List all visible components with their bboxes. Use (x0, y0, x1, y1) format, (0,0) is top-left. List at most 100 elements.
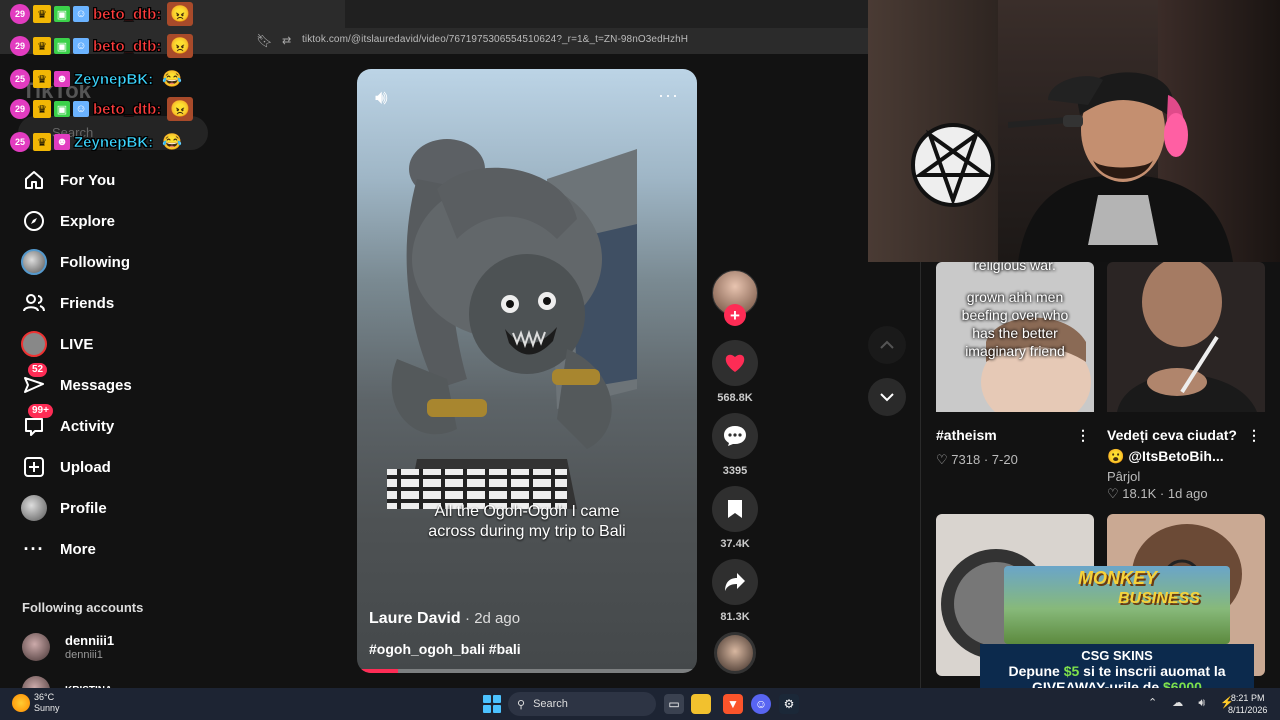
sidebar-item-profile[interactable]: Profile (18, 491, 218, 525)
like-count: 568.8K (717, 392, 753, 404)
more-options-icon[interactable]: ⋮ (1247, 425, 1261, 446)
video-player[interactable]: 🔊︎ ··· All the Ogoh-Ogoh I came across d… (357, 69, 697, 673)
video-title: #atheism ⋮ (936, 425, 1094, 446)
more-options-icon[interactable]: ⋮ (1076, 425, 1090, 446)
sidebar-item-label: Profile (60, 499, 107, 517)
ad-text: si te inscrii auomat la (1079, 663, 1226, 679)
activity-badge: 99+ (28, 404, 53, 418)
friends-icon (18, 287, 50, 319)
file-explorer-icon[interactable] (691, 694, 711, 714)
gift-icon: ▣ (54, 101, 70, 117)
title-text: Vedeți ceva ciudat? (1107, 427, 1237, 443)
following-account[interactable]: denniii1 denniii1 (22, 633, 114, 661)
post-date: · 2d ago (465, 610, 521, 627)
system-tray[interactable]: ⌃ ☁ 🔊︎ ⚡ (1148, 696, 1240, 710)
follow-plus-icon[interactable]: + (724, 304, 746, 326)
activity-icon: 99+ (18, 404, 53, 442)
ogoh-ogoh-statue-image (387, 139, 637, 509)
separator: · (983, 452, 992, 467)
separator: · (1159, 486, 1168, 501)
heart-outline-icon: ♡ (936, 452, 948, 467)
sidebar-item-following[interactable]: Following (18, 245, 218, 279)
chat-message: 29 ♛ ▣ ☺ beto_dtb: 😠 (10, 32, 194, 60)
video-progress-bar[interactable] (357, 669, 697, 673)
video-card[interactable]: Vedeți ceva ciudat? ⋮ 😮 @ItsBetoBih... P… (1107, 262, 1265, 502)
column-divider (920, 262, 921, 688)
face-emote-icon: 😠 (167, 34, 194, 58)
music-disc[interactable] (714, 632, 756, 674)
next-video-button[interactable] (868, 378, 906, 416)
sub-badge: 25 (10, 132, 30, 152)
like-button[interactable] (712, 340, 758, 386)
heart-outline-icon: ♡ (1107, 486, 1119, 501)
ad-banner-image: MONKEY BUSINESS (1004, 566, 1230, 644)
site-info-icon[interactable]: ⇄ (282, 34, 291, 47)
sidebar-item-label: Explore (60, 212, 116, 230)
sidebar-item-more[interactable]: ··· More (18, 532, 218, 566)
title-text: 😮 @ItsBetoBih... (1107, 448, 1224, 464)
task-view-icon[interactable]: ▭ (664, 694, 684, 714)
sidebar-item-explore[interactable]: Explore (18, 204, 218, 238)
ad-title: MONKEY (1078, 568, 1158, 588)
hashtags[interactable]: #ogoh_ogoh_bali #bali (369, 641, 521, 657)
chat-message: 25 ♛ ☻ ZeynepBK: 😂 (10, 128, 185, 156)
taskbar-clock[interactable]: 8:21 PM 8/11/2026 (1228, 692, 1267, 716)
video-author[interactable]: Laure David · 2d ago (369, 610, 520, 628)
crown-icon: ♛ (33, 100, 51, 118)
url-text[interactable]: tiktok.com/@itslauredavid/video/76719753… (302, 34, 688, 45)
heart-icon (725, 354, 745, 372)
volume-icon[interactable]: 🔊︎ (375, 87, 388, 110)
bookmark-icon (728, 500, 742, 518)
sidebar-item-label: LIVE (60, 335, 94, 353)
sidebar-item-upload[interactable]: Upload (18, 450, 218, 484)
like-count: 7318 (951, 452, 981, 467)
discord-icon[interactable]: ☺ (751, 694, 771, 714)
sub-badge: 25 (10, 69, 30, 89)
brave-browser-icon[interactable]: ▼ (723, 694, 743, 714)
temperature: 36°C (34, 692, 55, 702)
video-card[interactable]: religious war. grown ahh men beefing ove… (936, 262, 1094, 468)
chat-username: beto_dtb: (93, 37, 162, 55)
thumbnail-text: religious war. (974, 262, 1056, 273)
save-button[interactable] (712, 486, 758, 532)
more-options-icon[interactable]: ··· (658, 85, 679, 106)
author-name[interactable]: Laure David (369, 610, 461, 627)
chat-username: beto_dtb: (93, 100, 162, 118)
gift-icon: ▣ (54, 38, 70, 54)
sidebar-item-messages[interactable]: 52 Messages (18, 363, 218, 402)
weather-widget[interactable]: 36°C Sunny (12, 692, 60, 714)
ad-text: $5 (1063, 663, 1080, 679)
chat-username: ZeynepBK: (74, 70, 154, 88)
sidebar-item-live[interactable]: LIVE (18, 327, 218, 361)
clock-time: 8:21 PM (1230, 693, 1265, 703)
video-author[interactable]: Pârjol (1107, 469, 1265, 484)
chevron-down-icon (880, 393, 894, 402)
windows-start-icon[interactable] (483, 695, 501, 713)
upload-icon (18, 451, 50, 483)
sidebar-item-activity[interactable]: 99+ Activity (18, 404, 218, 443)
steam-icon[interactable]: ⚙ (779, 694, 799, 714)
profile-avatar (18, 492, 50, 524)
caption-line: All the Ogoh-Ogoh I came (434, 503, 620, 520)
share-button[interactable] (712, 559, 758, 605)
sidebar-item-for-you[interactable]: For You (18, 163, 218, 197)
ad-text: Depune (1008, 663, 1064, 679)
weather-condition: Sunny (34, 703, 60, 713)
sidebar-item-friends[interactable]: Friends (18, 286, 218, 320)
comment-button[interactable] (712, 413, 758, 459)
live-avatar (18, 328, 50, 360)
sun-icon (12, 694, 30, 712)
taskbar-search[interactable]: ⚲ Search (508, 692, 656, 716)
sidebar-item-label: Messages (60, 376, 132, 394)
sub-badge: 29 (10, 99, 30, 119)
search-label: Search (533, 698, 568, 710)
address-bar[interactable]: 🔖︎ ⇄ tiktok.com/@itslauredavid/video/767… (250, 30, 868, 52)
sidebar-item-label: Following (60, 253, 130, 271)
chevron-up-icon (880, 340, 894, 349)
bookmark-icon[interactable]: 🔖︎ (256, 33, 273, 49)
previous-video-button[interactable] (868, 326, 906, 364)
sidebar-item-label: For You (60, 171, 116, 189)
video-title: Vedeți ceva ciudat? ⋮ 😮 @ItsBetoBih... (1107, 425, 1265, 467)
hype-icon: ☻ (54, 71, 70, 87)
video-meta: ♡ 18.1K · 1d ago (1107, 486, 1265, 502)
